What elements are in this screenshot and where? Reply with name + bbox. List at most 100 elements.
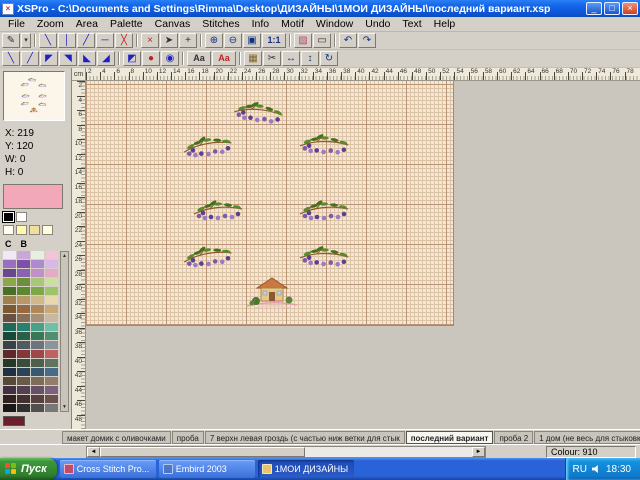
menu-file[interactable]: File: [2, 17, 31, 31]
palette-swatch[interactable]: [31, 323, 44, 331]
design-tab[interactable]: проба 2: [494, 431, 533, 444]
palette-scrollbar[interactable]: ▲ ▼: [60, 251, 69, 412]
full-cross-stitch-tool[interactable]: ×: [141, 33, 159, 48]
palette-swatch[interactable]: [17, 269, 30, 277]
palette-swatch[interactable]: [45, 395, 58, 403]
palette-swatch[interactable]: [31, 260, 44, 268]
palette-swatch[interactable]: [17, 278, 30, 286]
palette-swatch[interactable]: [17, 368, 30, 376]
menu-canvas[interactable]: Canvas: [149, 17, 197, 31]
palette-swatch[interactable]: [45, 278, 58, 286]
palette-swatch[interactable]: [31, 395, 44, 403]
minimize-button[interactable]: _: [586, 2, 602, 15]
zoom-out-tool[interactable]: ⊖: [224, 33, 242, 48]
palette-swatch[interactable]: [31, 314, 44, 322]
palette-swatch[interactable]: [3, 395, 16, 403]
menu-help[interactable]: Help: [428, 17, 462, 31]
redo-button[interactable]: ↷: [358, 33, 376, 48]
palette-scroll-down-icon[interactable]: ▼: [62, 404, 67, 410]
palette-swatch[interactable]: [31, 377, 44, 385]
half-stitch-up-tool[interactable]: ╱: [21, 51, 39, 66]
zoom-in-tool[interactable]: ⊕: [205, 33, 223, 48]
design-preview[interactable]: [3, 71, 65, 121]
design-tab[interactable]: 1 дом (не весь для стыковки): [534, 431, 640, 444]
menu-stitches[interactable]: Stitches: [196, 17, 245, 31]
palette-swatch[interactable]: [3, 296, 16, 304]
scroll-right-icon[interactable]: ►: [472, 447, 485, 457]
quick-swatch[interactable]: [16, 225, 27, 235]
move-tool[interactable]: +: [179, 33, 197, 48]
palette-swatch[interactable]: [17, 386, 30, 394]
quarter-stitch-tl-tool[interactable]: ◤: [40, 51, 58, 66]
flood-fill-tool[interactable]: ▨: [294, 33, 312, 48]
palette-swatch[interactable]: [31, 305, 44, 313]
palette-swatch[interactable]: [3, 332, 16, 340]
palette-swatch[interactable]: [17, 323, 30, 331]
palette-swatch[interactable]: [3, 404, 16, 412]
stitch-grid-canvas[interactable]: [86, 81, 454, 326]
text-latin-tool[interactable]: Aa: [187, 51, 211, 66]
eraser-tool[interactable]: ▭: [313, 33, 331, 48]
menu-zoom[interactable]: Zoom: [31, 17, 70, 31]
text-cyrillic-tool[interactable]: Аа: [212, 51, 236, 66]
palette-scroll-up-icon[interactable]: ▲: [62, 253, 67, 259]
palette-swatch[interactable]: [3, 350, 16, 358]
selected-color-swatch[interactable]: [3, 184, 63, 209]
palette-swatch[interactable]: [3, 305, 16, 313]
half-stitch-down-tool[interactable]: ╲: [2, 51, 20, 66]
palette-swatch[interactable]: [31, 359, 44, 367]
palette-swatch[interactable]: [3, 377, 16, 385]
backstitch-cross-tool[interactable]: ╳: [115, 33, 133, 48]
palette-swatch[interactable]: [17, 296, 30, 304]
palette-swatch[interactable]: [31, 287, 44, 295]
quarter-stitch-br-tool[interactable]: ◢: [97, 51, 115, 66]
quarter-stitch-bl-tool[interactable]: ◣: [78, 51, 96, 66]
quick-swatch[interactable]: [42, 225, 53, 235]
palette-swatch[interactable]: [17, 341, 30, 349]
palette-swatch[interactable]: [17, 404, 30, 412]
pencil-tool[interactable]: ✎: [2, 33, 20, 48]
quick-swatch[interactable]: [29, 225, 40, 235]
palette-swatch[interactable]: [45, 287, 58, 295]
design-tab[interactable]: макет домик с оливочками: [62, 431, 171, 444]
scrollbar-thumb[interactable]: [100, 447, 305, 457]
palette-swatch[interactable]: [45, 260, 58, 268]
backstitch-vertical-tool[interactable]: │: [58, 33, 76, 48]
french-knot-tool[interactable]: ●: [142, 51, 160, 66]
scrollbar-track[interactable]: [100, 447, 472, 457]
menu-text[interactable]: Text: [396, 17, 427, 31]
zoom-100-tool[interactable]: 1:1: [262, 33, 286, 48]
palette-swatch[interactable]: [31, 278, 44, 286]
three-quarter-stitch-tool[interactable]: ◩: [123, 51, 141, 66]
palette-swatch[interactable]: [31, 296, 44, 304]
palette-swatch[interactable]: [31, 341, 44, 349]
undo-button[interactable]: ↶: [339, 33, 357, 48]
palette-swatch[interactable]: [45, 251, 58, 259]
design-tab[interactable]: проба: [172, 431, 204, 444]
palette-swatch[interactable]: [17, 305, 30, 313]
palette-swatch[interactable]: [3, 278, 16, 286]
maximize-button[interactable]: □: [604, 2, 620, 15]
taskbar-task[interactable]: Embird 2003: [159, 460, 255, 478]
palette-swatch[interactable]: [3, 287, 16, 295]
design-tab[interactable]: 7 верхн левая гроздь (с частью ниж ветки…: [205, 431, 405, 444]
palette-swatch[interactable]: [31, 332, 44, 340]
palette-swatch[interactable]: [31, 350, 44, 358]
palette-swatch[interactable]: [31, 404, 44, 412]
taskbar-task[interactable]: 1МОИ ДИЗАЙНЫ: [258, 460, 354, 478]
palette-swatch[interactable]: [3, 386, 16, 394]
pencil-mode-dropdown[interactable]: ▾: [21, 33, 31, 48]
menu-info[interactable]: Info: [246, 17, 276, 31]
palette-swatch[interactable]: [45, 323, 58, 331]
palette-swatch[interactable]: [17, 287, 30, 295]
menu-undo[interactable]: Undo: [359, 17, 396, 31]
bead-tool[interactable]: ◉: [161, 51, 179, 66]
palette-swatch[interactable]: [3, 323, 16, 331]
palette-swatch[interactable]: [3, 251, 16, 259]
backstitch-up-tool[interactable]: ╱: [77, 33, 95, 48]
taskbar-task[interactable]: Cross Stitch Pro...: [60, 460, 156, 478]
volume-icon[interactable]: [592, 465, 601, 474]
palette-swatch[interactable]: [3, 368, 16, 376]
quick-swatch[interactable]: [3, 225, 14, 235]
menu-area[interactable]: Area: [70, 17, 104, 31]
